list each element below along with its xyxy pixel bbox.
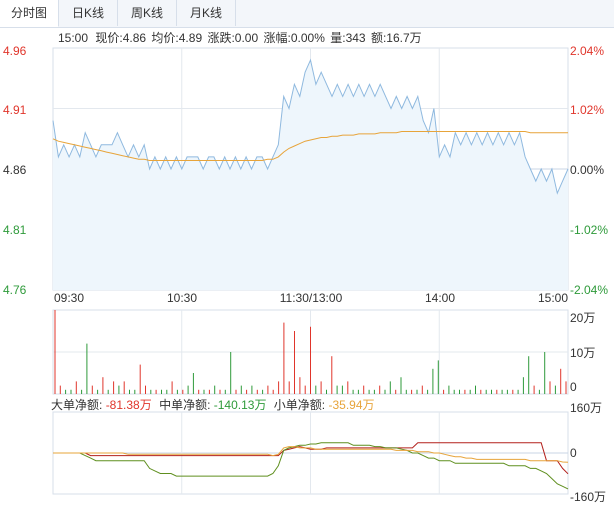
time-axis: 09:30 10:30 11:30/13:00 14:00 15:00 bbox=[54, 291, 568, 305]
flow-medium-value: -140.13万 bbox=[214, 398, 267, 412]
vol-tick-3: 0 bbox=[570, 380, 577, 394]
tab-daily-k[interactable]: 日K线 bbox=[59, 0, 118, 26]
flow-legend: 大单净额: -81.38万 中单净额: -140.13万 小单净额: -35.9… bbox=[51, 397, 375, 412]
info-change: 涨跌:0.00 bbox=[207, 30, 258, 45]
flow-tick-2: 0 bbox=[570, 446, 577, 460]
flow-large-value: -81.38万 bbox=[106, 398, 152, 412]
pct-tick-4: -1.02% bbox=[570, 223, 608, 237]
time-label-4: 14:00 bbox=[425, 291, 455, 305]
tab-weekly-k[interactable]: 周K线 bbox=[118, 0, 177, 26]
price-tick-4: 4.81 bbox=[3, 223, 27, 237]
tab-bar: 分时图 日K线 周K线 月K线 bbox=[0, 0, 614, 28]
pct-tick-2: 1.02% bbox=[570, 103, 604, 117]
info-pct: 涨幅:0.00% bbox=[264, 30, 326, 45]
time-label-5: 15:00 bbox=[538, 291, 568, 305]
price-tick-2: 4.91 bbox=[3, 103, 27, 117]
price-ticks-left: 4.96 4.91 4.86 4.81 4.76 bbox=[3, 44, 27, 297]
flow-grid bbox=[53, 412, 568, 494]
volume-ticks: 20万 10万 0 bbox=[570, 311, 595, 394]
flow-small-label: 小单净额: bbox=[274, 398, 325, 412]
price-tick-1: 4.96 bbox=[3, 44, 27, 58]
vol-tick-2: 10万 bbox=[570, 346, 595, 360]
flow-tick-1: 160万 bbox=[570, 401, 602, 415]
vol-tick-1: 20万 bbox=[570, 311, 595, 325]
info-line: 15:00 现价:4.86 均价:4.89 涨跌:0.00 涨幅:0.00% 量… bbox=[58, 30, 422, 45]
flow-medium-label: 中单净额: bbox=[159, 397, 210, 412]
info-price: 现价:4.86 bbox=[95, 31, 146, 45]
pct-tick-1: 2.04% bbox=[570, 44, 604, 58]
time-label-2: 10:30 bbox=[167, 291, 197, 305]
flow-small-value: -35.94万 bbox=[328, 398, 374, 412]
flow-large-label: 大单净额: bbox=[51, 398, 102, 412]
price-area bbox=[53, 60, 568, 290]
tab-monthly-k[interactable]: 月K线 bbox=[177, 0, 236, 26]
info-avg: 均价:4.89 bbox=[151, 31, 202, 45]
pct-tick-3: 0.00% bbox=[570, 163, 604, 177]
price-tick-3: 4.86 bbox=[3, 163, 27, 177]
time-label-1: 09:30 bbox=[54, 291, 84, 305]
intraday-chart: 15:00 现价:4.86 均价:4.89 涨跌:0.00 涨幅:0.00% 量… bbox=[3, 30, 608, 504]
price-tick-5: 4.76 bbox=[3, 283, 27, 297]
info-time: 15:00 bbox=[58, 31, 88, 45]
pct-tick-5: -2.04% bbox=[570, 283, 608, 297]
info-volume: 量:343 bbox=[330, 31, 366, 45]
tab-intraday[interactable]: 分时图 bbox=[0, 0, 59, 27]
flow-ticks: 160万 0 -160万 bbox=[570, 401, 606, 504]
time-label-3: 11:30/13:00 bbox=[280, 291, 343, 305]
info-amount: 额:16.7万 bbox=[371, 31, 422, 45]
price-ticks-right: 2.04% 1.02% 0.00% -1.02% -2.04% bbox=[570, 44, 608, 297]
flow-tick-3: -160万 bbox=[570, 490, 606, 504]
